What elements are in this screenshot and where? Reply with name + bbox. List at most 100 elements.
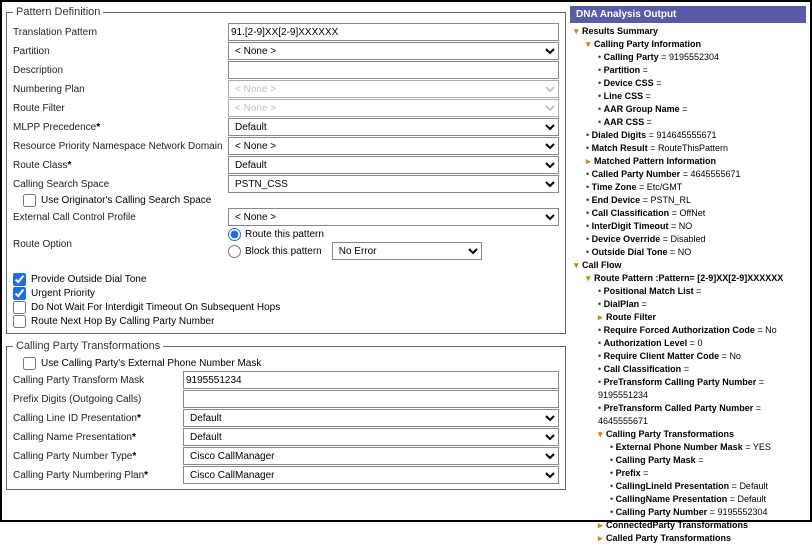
dna-panel: DNA Analysis Output ▾Results Summary ▾Ca… (570, 6, 806, 516)
call-class2: Call Classification = (598, 363, 802, 376)
ext-ccp-label: External Call Control Profile (13, 212, 228, 223)
caret-right-icon[interactable]: ▸ (586, 155, 594, 168)
cpi-aar-css: AAR CSS = (598, 116, 802, 129)
clid-select[interactable]: Default (183, 409, 559, 427)
pattern-definition-legend: Pattern Definition (13, 6, 103, 18)
description-input[interactable] (228, 61, 559, 79)
mlpp-label: MLPP Precedence* (13, 122, 228, 133)
caret-right-icon[interactable]: ▸ (598, 311, 606, 324)
dialplan: DialPlan = (598, 298, 802, 311)
cname-select[interactable]: Default (183, 428, 559, 446)
cpnplan-select[interactable]: Cisco CallManager (183, 466, 559, 484)
dialed-digits: Dialed Digits = 914645555671 (586, 129, 802, 142)
css-select[interactable]: PSTN_CSS (228, 175, 559, 193)
route-this-label: Route this pattern (245, 229, 324, 240)
mask-input[interactable] (183, 371, 559, 389)
route-filter-label: Route Filter (13, 103, 228, 114)
css-label: Calling Search Space (13, 179, 228, 190)
time-zone: Time Zone = Etc/GMT (586, 181, 802, 194)
provide-dial-tone-checkbox[interactable] (13, 273, 26, 286)
cpntype-select[interactable]: Cisco CallManager (183, 447, 559, 465)
route-next-checkbox[interactable] (13, 315, 26, 328)
use-ext-mask-checkbox[interactable] (23, 357, 36, 370)
cpnplan-label: Calling Party Numbering Plan* (13, 470, 183, 481)
route-next-label: Route Next Hop By Calling Party Number (31, 316, 214, 327)
left-panel: Pattern Definition Translation Pattern P… (6, 6, 566, 516)
called-pt: Called Party Transformations (606, 533, 731, 543)
mpi: Matched Pattern Information (594, 156, 716, 166)
block-this-radio[interactable] (228, 245, 241, 258)
no-wait-checkbox[interactable] (13, 301, 26, 314)
cli-pres: CallingLineId Presentation = Default (610, 480, 802, 493)
cpi-aar-group: AAR Group Name = (598, 103, 802, 116)
auth-level: Authorization Level = 0 (598, 337, 802, 350)
partition-label: Partition (13, 46, 228, 57)
calling-party-group: Calling Party Transformations Use Callin… (6, 340, 566, 490)
route-class-label: Route Class* (13, 160, 228, 171)
calling-party-legend: Calling Party Transformations (13, 340, 163, 352)
urgent-checkbox[interactable] (13, 287, 26, 300)
cpn2: Calling Party Number = 9195552304 (610, 506, 802, 519)
caret-down-icon[interactable]: ▾ (574, 25, 582, 38)
pre-called: PreTransform Called Party Number = 46455… (598, 402, 802, 428)
rpnnd-label: Resource Priority Namespace Network Doma… (13, 141, 228, 152)
provide-dial-tone-label: Provide Outside Dial Tone (31, 274, 146, 285)
call-classification: Call Classification = OffNet (586, 207, 802, 220)
block-this-label: Block this pattern (245, 246, 322, 257)
partition-select[interactable]: < None > (228, 42, 559, 60)
translation-pattern-input[interactable] (228, 23, 559, 41)
match-result: Match Result = RouteThisPattern (586, 142, 802, 155)
use-orig-css-label: Use Originator's Calling Search Space (41, 195, 211, 206)
results-summary: Results Summary (582, 26, 658, 36)
cpt-prefix: Prefix = (610, 467, 802, 480)
cpi-line-css: Line CSS = (598, 90, 802, 103)
cpi-device-css: Device CSS = (598, 77, 802, 90)
urgent-label: Urgent Priority (31, 288, 95, 299)
cpmask: Calling Party Mask = (610, 454, 802, 467)
dna-tree: ▾Results Summary ▾Calling Party Informat… (570, 23, 806, 547)
caret-down-icon[interactable]: ▾ (598, 428, 606, 441)
called-party-number: Called Party Number = 4645555671 (586, 168, 802, 181)
cpi: Calling Party Information (594, 39, 701, 49)
req-cmc: Require Client Matter Code = No (598, 350, 802, 363)
use-ext-mask-label: Use Calling Party's External Phone Numbe… (41, 358, 261, 369)
caret-right-icon[interactable]: ▸ (598, 532, 606, 545)
description-label: Description (13, 65, 228, 76)
outside-dial-tone: Outside Dial Tone = NO (586, 246, 802, 259)
route-option-label: Route Option (13, 239, 228, 250)
use-orig-css-checkbox[interactable] (23, 194, 36, 207)
interdigit-timeout: InterDigit Timeout = NO (586, 220, 802, 233)
route-this-radio[interactable] (228, 228, 241, 241)
caret-right-icon[interactable]: ▸ (598, 519, 606, 532)
block-reason-select[interactable]: No Error (332, 242, 482, 260)
cpt-node: Calling Party Transformations (606, 429, 734, 439)
req-fac: Require Forced Authorization Code = No (598, 324, 802, 337)
caret-down-icon[interactable]: ▾ (586, 38, 594, 51)
no-wait-label: Do Not Wait For Interdigit Timeout On Su… (31, 302, 280, 313)
numbering-plan-select: < None > (228, 80, 559, 98)
cpi-partition: Partition = (598, 64, 802, 77)
pre-cpn: PreTransform Calling Party Number = 9195… (598, 376, 802, 402)
route-filter-node: Route Filter (606, 312, 656, 322)
cpntype-label: Calling Party Number Type* (13, 451, 183, 462)
rpnnd-select[interactable]: < None > (228, 137, 559, 155)
prefix-label: Prefix Digits (Outgoing Calls) (13, 394, 183, 405)
prefix-input[interactable] (183, 390, 559, 408)
route-pattern: Route Pattern :Pattern= [2-9]XX[2-9]XXXX… (594, 273, 783, 283)
cn-pres: CallingName Presentation = Default (610, 493, 802, 506)
route-class-select[interactable]: Default (228, 156, 559, 174)
mlpp-select[interactable]: Default (228, 118, 559, 136)
caret-down-icon[interactable]: ▾ (574, 259, 582, 272)
caret-down-icon[interactable]: ▾ (586, 272, 594, 285)
ext-mask: External Phone Number Mask = YES (610, 441, 802, 454)
pos-match-list: Positional Match List = (598, 285, 802, 298)
dna-header: DNA Analysis Output (570, 6, 806, 23)
numbering-plan-label: Numbering Plan (13, 84, 228, 95)
translation-pattern-label: Translation Pattern (13, 27, 228, 38)
call-flow: Call Flow (582, 260, 622, 270)
ext-ccp-select[interactable]: < None > (228, 208, 559, 226)
end-device: End Device = PSTN_RL (586, 194, 802, 207)
route-filter-select: < None > (228, 99, 559, 117)
cname-label: Calling Name Presentation* (13, 432, 183, 443)
clid-label: Calling Line ID Presentation* (13, 413, 183, 424)
